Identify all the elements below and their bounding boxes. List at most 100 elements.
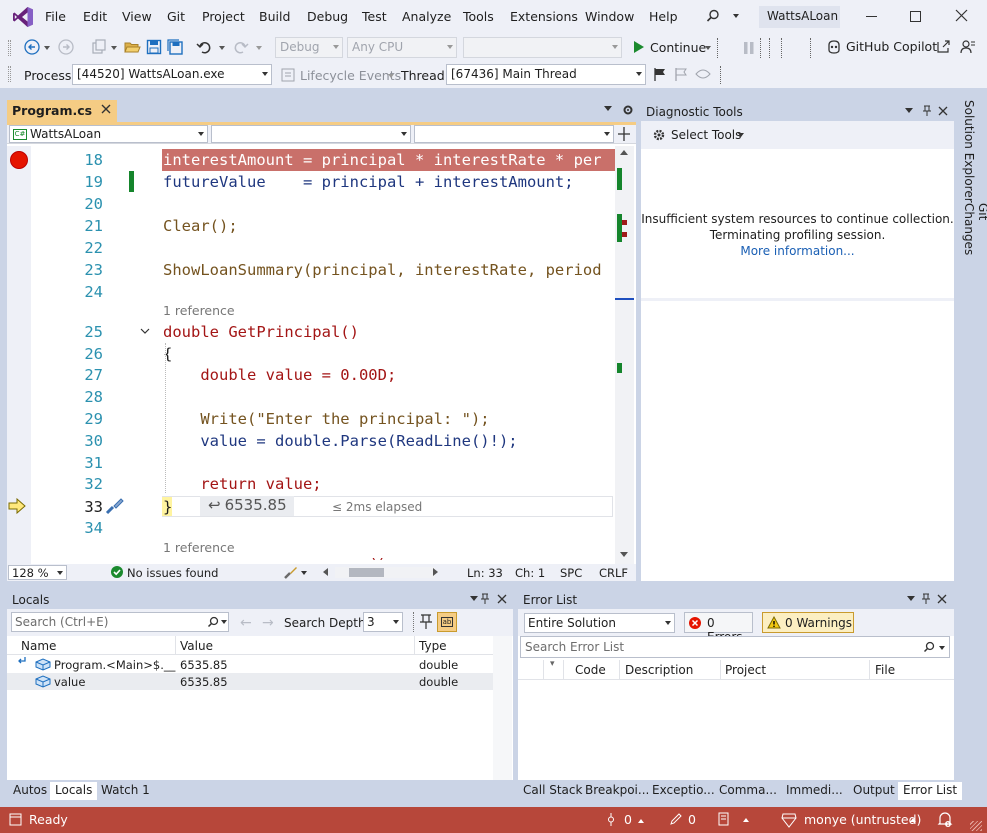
menu-view[interactable]: View — [122, 9, 152, 24]
tab-program-cs[interactable]: Program.cs — [7, 100, 117, 122]
git-commits-count[interactable]: 0 — [624, 812, 632, 827]
zoom-select[interactable]: 128 % — [8, 565, 67, 580]
repository-icon[interactable] — [717, 812, 730, 826]
tab-locals[interactable]: Locals — [50, 782, 98, 800]
column-project[interactable]: Project — [725, 663, 766, 677]
table-row[interactable]: Program.<Main>$.__ 6535.85 double — [7, 656, 493, 673]
locals-menu-icon[interactable] — [470, 596, 478, 601]
code-line-32[interactable]: return value; — [163, 473, 321, 495]
column-file[interactable]: File — [875, 663, 895, 677]
copilot-icon[interactable] — [826, 39, 842, 55]
toolbar-grip-4[interactable] — [720, 66, 724, 84]
tab-watch-1[interactable]: Watch 1 — [96, 782, 155, 800]
locals-scrollbar[interactable] — [493, 636, 512, 780]
code-line-25[interactable]: double GetPrincipal() — [163, 321, 359, 343]
menu-tools[interactable]: Tools — [463, 9, 494, 24]
undo-dropdown-icon[interactable] — [219, 46, 225, 50]
search-icon[interactable] — [706, 9, 720, 23]
maximize-icon[interactable] — [910, 11, 921, 22]
column-type[interactable]: Type — [419, 639, 447, 653]
new-dropdown-icon[interactable] — [111, 46, 117, 50]
navigate-forward-icon[interactable] — [58, 39, 74, 55]
user-name[interactable]: monye (untrusted) — [804, 812, 921, 827]
search-options-dropdown-icon[interactable] — [221, 620, 227, 624]
reference-codelens[interactable]: 1 reference — [163, 303, 235, 318]
line-indicator[interactable]: Ln: 33 — [467, 566, 503, 580]
continue-play-icon[interactable] — [633, 40, 645, 54]
share-icon[interactable] — [936, 39, 951, 54]
horizontal-scroll-thumb[interactable] — [349, 568, 384, 577]
h-scroll-left-icon[interactable] — [323, 568, 328, 576]
step-toolbar-grip[interactable] — [760, 38, 770, 58]
branch-icon[interactable] — [780, 812, 798, 828]
vertical-scrollbar[interactable] — [615, 146, 634, 564]
locals-search-icon[interactable] — [207, 616, 219, 628]
code-cleanup-brush-icon[interactable] — [283, 564, 299, 580]
sort-indicator-icon[interactable]: ▾ — [550, 659, 555, 669]
collapse-chevron-icon[interactable] — [140, 327, 150, 335]
type-dropdown[interactable] — [211, 125, 411, 143]
code-line-18[interactable]: interestAmount = principal * interestRat… — [163, 149, 602, 171]
member-dropdown[interactable] — [414, 125, 614, 143]
new-project-icon[interactable] — [91, 39, 107, 55]
step-icons[interactable] — [781, 38, 811, 58]
code-line-30[interactable]: value = double.Parse(ReadLine()!); — [163, 430, 517, 452]
continue-dropdown-icon[interactable] — [705, 46, 711, 50]
flag-icon[interactable] — [653, 67, 667, 82]
cleanup-dropdown-icon[interactable] — [301, 571, 307, 575]
error-list-menu-icon[interactable] — [907, 596, 915, 601]
stack-frame-icon[interactable] — [695, 68, 711, 80]
redo-dropdown-icon[interactable] — [256, 46, 262, 50]
back-dropdown-icon[interactable] — [44, 46, 50, 50]
menu-project[interactable]: Project — [202, 9, 245, 24]
column-divider[interactable] — [869, 660, 870, 680]
search-prev-icon[interactable]: ← — [240, 615, 252, 631]
menu-help[interactable]: Help — [649, 9, 678, 24]
visual-studio-logo-icon[interactable] — [12, 6, 34, 28]
column-name[interactable]: Name — [21, 639, 56, 653]
tab-output[interactable]: Output — [848, 782, 900, 800]
column-divider[interactable] — [543, 660, 544, 680]
pencil-icon[interactable] — [669, 812, 682, 826]
settings-gear-icon[interactable] — [652, 128, 666, 142]
navigate-back-icon[interactable] — [24, 39, 40, 55]
close-pane-icon[interactable] — [938, 106, 948, 116]
column-description[interactable]: Description — [625, 663, 693, 677]
close-tab-icon[interactable] — [101, 104, 111, 114]
column-indicator[interactable]: Ch: 1 — [515, 566, 545, 580]
pending-changes-count[interactable]: 0 — [688, 812, 696, 827]
tab-call-stack[interactable]: Call Stack — [518, 782, 587, 800]
scroll-down-icon[interactable] — [620, 552, 628, 557]
code-line-23[interactable]: ShowLoanSummary(principal, interestRate,… — [163, 259, 602, 281]
code-line-33[interactable]: } — [163, 496, 172, 518]
menu-window[interactable]: Window — [585, 9, 634, 24]
resize-grip[interactable] — [970, 821, 982, 831]
reference-codelens-2[interactable]: 1 reference — [163, 540, 235, 555]
tab-command-window[interactable]: Comma... — [714, 782, 782, 800]
thread-flag-icon[interactable] — [674, 67, 688, 82]
select-tools-dropdown-icon[interactable] — [738, 133, 744, 137]
issues-status[interactable]: No issues found — [127, 566, 218, 580]
tab-error-list[interactable]: Error List — [898, 782, 963, 800]
notifications-bell-icon[interactable]: 1 — [937, 811, 953, 828]
menu-file[interactable]: File — [45, 9, 66, 24]
h-scroll-right-icon[interactable] — [433, 568, 438, 576]
menu-extensions[interactable]: Extensions — [510, 9, 578, 24]
lifecycle-dropdown-icon[interactable] — [388, 74, 394, 78]
column-value[interactable]: Value — [180, 639, 213, 653]
solution-explorer-tab[interactable]: Solution Explorer — [962, 100, 976, 203]
lifecycle-events-button[interactable]: Lifecycle Events — [300, 68, 401, 83]
column-divider[interactable] — [563, 660, 564, 680]
break-all-icon[interactable] — [743, 41, 755, 55]
local-value[interactable]: 6535.85 — [180, 658, 228, 672]
column-divider[interactable] — [414, 636, 415, 655]
editor-settings-gear-icon[interactable] — [622, 104, 634, 116]
column-divider[interactable] — [619, 660, 620, 680]
column-divider[interactable] — [175, 636, 176, 655]
toolbar-grip[interactable] — [8, 40, 11, 56]
menu-git[interactable]: Git — [167, 9, 185, 24]
local-value[interactable]: 6535.85 — [180, 675, 228, 689]
git-commits-icon[interactable] — [606, 812, 616, 827]
error-list-close-icon[interactable] — [937, 594, 947, 604]
code-line-19[interactable]: futureValue = principal + interestAmount… — [163, 171, 574, 193]
